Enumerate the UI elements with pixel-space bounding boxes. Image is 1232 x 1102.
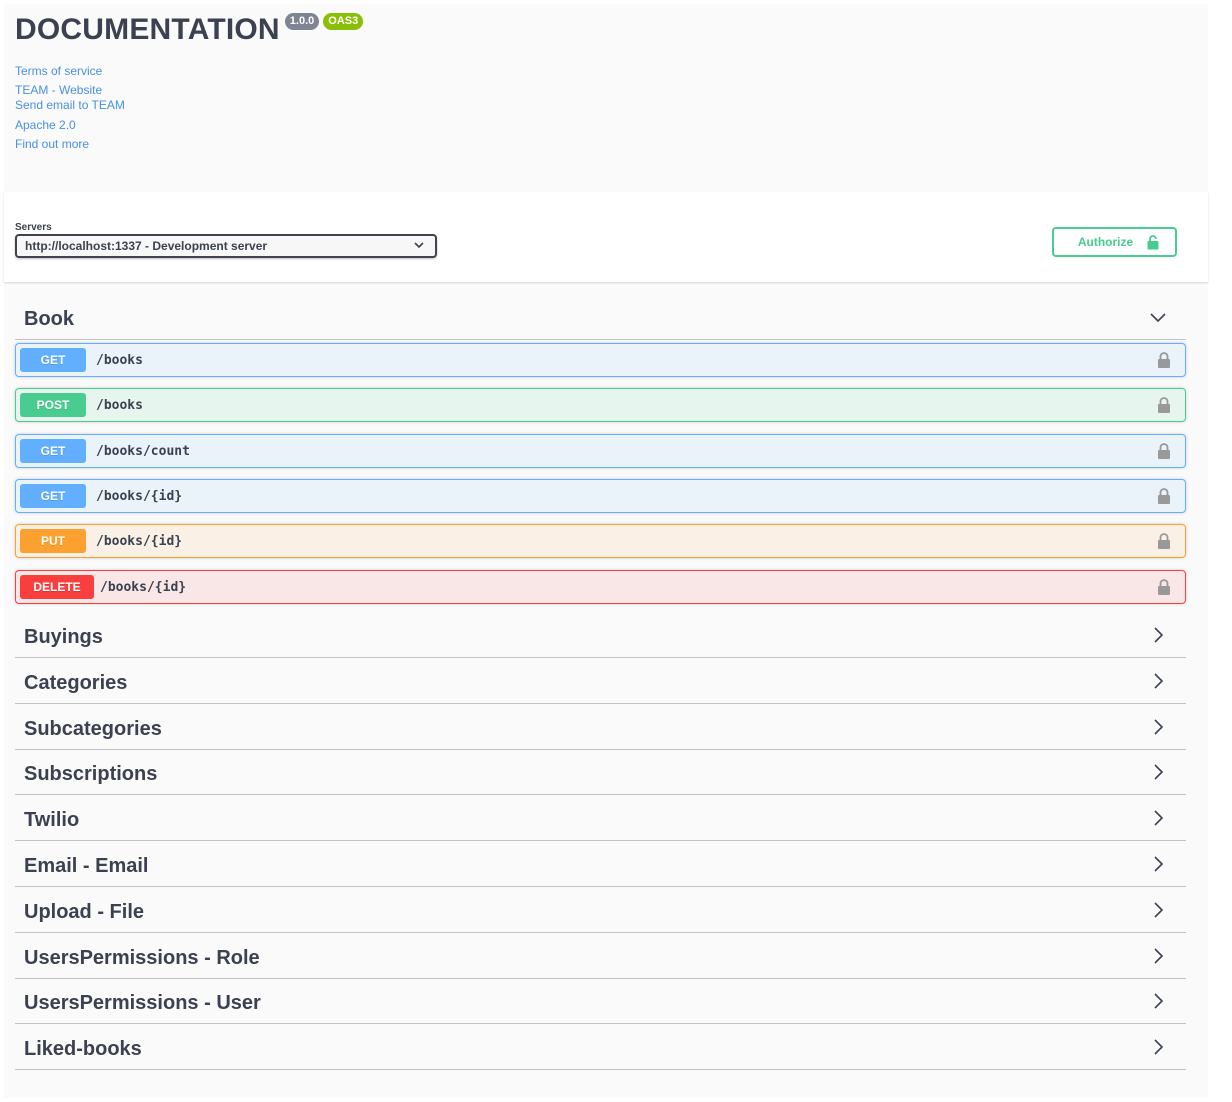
chevron-right-icon: [1154, 627, 1164, 643]
method-badge: GET: [20, 439, 86, 463]
tag-subscriptions[interactable]: Subscriptions: [15, 749, 1186, 795]
info-header: DOCUMENTATION 1.0.0 OAS3 Terms of servic…: [4, 4, 1208, 192]
operation-get-book-by-id[interactable]: GET /books/{id}: [15, 479, 1186, 513]
servers-selected-value: http://localhost:1337 - Development serv…: [25, 239, 268, 253]
chevron-right-icon: [1154, 673, 1164, 689]
operation-path: /books/{id}: [100, 580, 187, 595]
oas-badge: OAS3: [323, 13, 364, 30]
lock-icon[interactable]: [1157, 442, 1171, 460]
scheme-container: Servers http://localhost:1337 - Developm…: [4, 192, 1208, 282]
tag-twilio[interactable]: Twilio: [15, 795, 1186, 841]
operation-path: /books/{id}: [96, 534, 183, 549]
operation-put-book-by-id[interactable]: PUT /books/{id}: [15, 524, 1186, 558]
tag-userspermissions-user[interactable]: UsersPermissions - User: [15, 978, 1186, 1024]
tag-email[interactable]: Email - Email: [15, 841, 1186, 887]
tag-buyings[interactable]: Buyings: [15, 612, 1186, 658]
lock-icon[interactable]: [1157, 396, 1171, 414]
tag-title: Buyings: [24, 626, 103, 648]
tag-title: Subcategories: [24, 718, 162, 740]
tag-subcategories[interactable]: Subcategories: [15, 704, 1186, 750]
operation-path: /books: [96, 398, 143, 413]
chevron-right-icon: [1154, 719, 1164, 735]
tag-title: Categories: [24, 672, 128, 694]
chevron-right-icon: [1154, 764, 1164, 780]
method-badge: PUT: [20, 529, 86, 553]
operation-post-books[interactable]: POST /books: [15, 388, 1186, 422]
lock-icon[interactable]: [1157, 578, 1171, 596]
chevron-right-icon: [1154, 810, 1164, 826]
operation-delete-book-by-id[interactable]: DELETE /books/{id}: [15, 570, 1186, 604]
tag-title: Twilio: [24, 809, 80, 831]
servers-select[interactable]: http://localhost:1337 - Development serv…: [15, 234, 437, 258]
servers-label: Servers: [15, 222, 52, 233]
tag-book-title: Book: [24, 308, 74, 330]
tag-title: Liked-books: [24, 1038, 142, 1060]
page-title: DOCUMENTATION: [15, 13, 280, 46]
method-badge: POST: [20, 393, 86, 417]
authorize-button[interactable]: Authorize: [1052, 227, 1177, 257]
send-email-link[interactable]: Send email to TEAM: [15, 98, 125, 112]
chevron-down-icon: [1150, 313, 1166, 323]
method-badge: GET: [20, 484, 86, 508]
tag-title: Email - Email: [24, 855, 149, 877]
authorize-label: Authorize: [1077, 235, 1134, 249]
tag-title: UsersPermissions - User: [24, 992, 261, 1014]
operation-path: /books/{id}: [96, 489, 183, 504]
tag-userspermissions-role[interactable]: UsersPermissions - Role: [15, 933, 1186, 979]
tag-categories[interactable]: Categories: [15, 658, 1186, 704]
terms-of-service-link[interactable]: Terms of service: [15, 64, 102, 78]
operation-path: /books/count: [96, 444, 190, 459]
chevron-right-icon: [1154, 993, 1164, 1009]
lock-icon[interactable]: [1157, 487, 1171, 505]
chevron-right-icon: [1154, 902, 1164, 918]
unlock-icon: [1147, 234, 1159, 249]
lock-icon[interactable]: [1157, 351, 1171, 369]
version-badge: 1.0.0: [284, 13, 320, 30]
team-website-link[interactable]: TEAM - Website: [15, 83, 102, 97]
method-badge: DELETE: [20, 575, 94, 599]
tag-liked-books[interactable]: Liked-books: [15, 1024, 1186, 1070]
tag-title: Upload - File: [24, 901, 144, 923]
chevron-right-icon: [1154, 856, 1164, 872]
swagger-page: DOCUMENTATION 1.0.0 OAS3 Terms of servic…: [4, 4, 1208, 1098]
title-row: DOCUMENTATION 1.0.0 OAS3: [15, 12, 364, 48]
operation-path: /books: [96, 353, 143, 368]
chevron-down-icon: [414, 242, 424, 249]
license-link[interactable]: Apache 2.0: [15, 118, 76, 132]
method-badge: GET: [20, 348, 86, 372]
chevron-right-icon: [1154, 1039, 1164, 1055]
tag-title: Subscriptions: [24, 763, 158, 785]
lock-icon[interactable]: [1157, 532, 1171, 550]
tag-upload[interactable]: Upload - File: [15, 887, 1186, 933]
operation-get-books[interactable]: GET /books: [15, 343, 1186, 377]
find-out-more-link[interactable]: Find out more: [15, 137, 89, 151]
tag-title: UsersPermissions - Role: [24, 947, 260, 969]
operation-get-books-count[interactable]: GET /books/count: [15, 434, 1186, 468]
tag-book[interactable]: Book: [15, 294, 1186, 340]
chevron-right-icon: [1154, 948, 1164, 964]
